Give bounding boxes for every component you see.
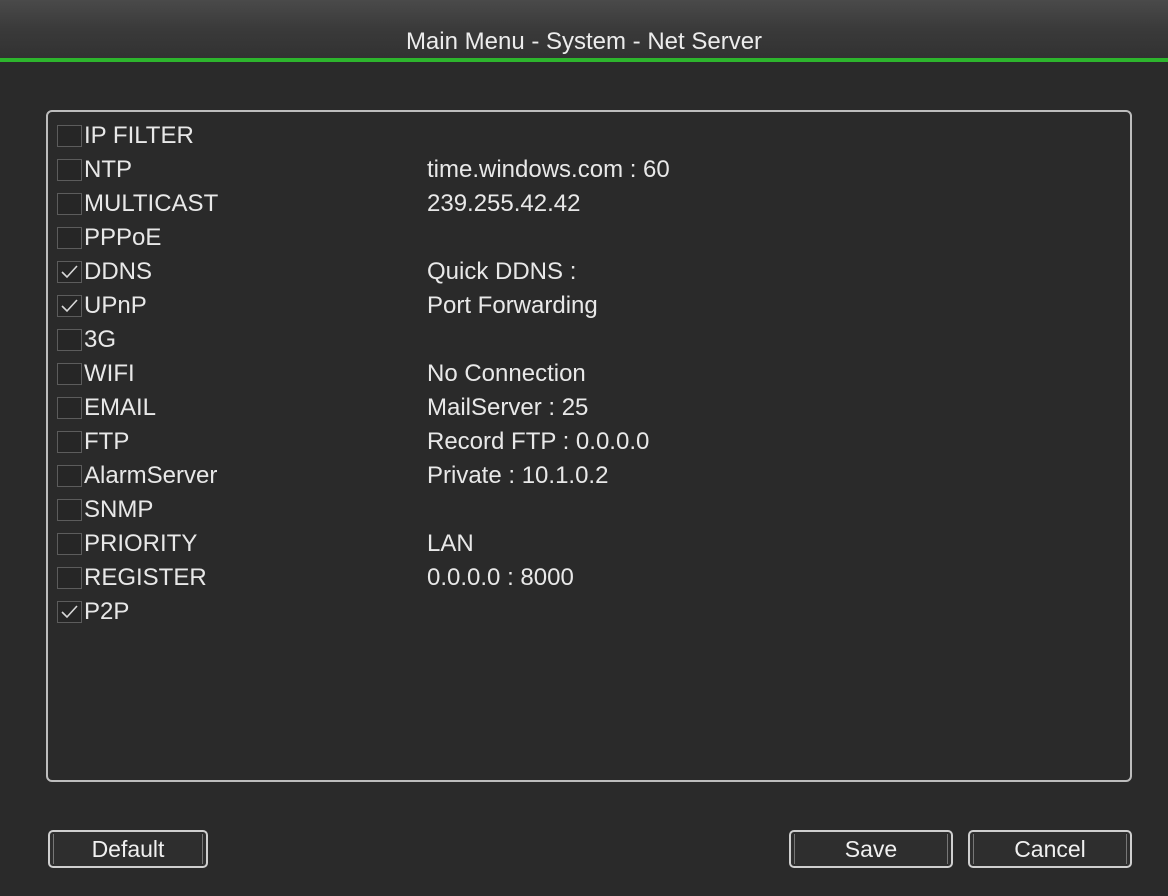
service-row-pppoe[interactable]: PPPoE (57, 221, 1120, 255)
upnp-checkbox[interactable] (57, 295, 82, 317)
service-name: AlarmServer (84, 462, 218, 489)
service-value: Private : 10.1.0.2 (427, 462, 609, 489)
service-value: Quick DDNS : (427, 258, 577, 285)
service-name: P2P (84, 598, 130, 625)
service-name: IP FILTER (84, 122, 194, 149)
service-value: Port Forwarding (427, 292, 598, 319)
service-name: PPPoE (84, 224, 162, 251)
cancel-button-label: Cancel (1014, 836, 1086, 862)
email-checkbox[interactable] (57, 397, 82, 419)
multicast-checkbox[interactable] (57, 193, 82, 215)
window-title: Main Menu - System - Net Server (405, 28, 763, 55)
service-value: 0.0.0.0 : 8000 (427, 564, 574, 591)
service-row-ftp[interactable]: FTP Record FTP : 0.0.0.0 (57, 425, 1120, 459)
service-row-alarmserver[interactable]: AlarmServer Private : 10.1.0.2 (57, 459, 1120, 493)
service-row-ip-filter[interactable]: IP FILTER (57, 119, 1120, 153)
service-value: 239.255.42.42 (427, 190, 581, 217)
alarmserver-checkbox[interactable] (57, 465, 82, 487)
service-row-upnp[interactable]: UPnP Port Forwarding (57, 289, 1120, 323)
p2p-checkbox[interactable] (57, 601, 82, 623)
service-name: WIFI (84, 360, 135, 387)
service-row-register[interactable]: REGISTER 0.0.0.0 : 8000 (57, 561, 1120, 595)
service-row-ddns[interactable]: DDNS Quick DDNS : (57, 255, 1120, 289)
service-name: MULTICAST (84, 190, 219, 217)
title-bar: Main Menu - System - Net Server (0, 0, 1168, 62)
service-row-multicast[interactable]: MULTICAST 239.255.42.42 (57, 187, 1120, 221)
register-checkbox[interactable] (57, 567, 82, 589)
service-name: PRIORITY (84, 530, 198, 557)
service-row-p2p[interactable]: P2P (57, 595, 1120, 629)
service-value: No Connection (427, 360, 586, 387)
3g-checkbox[interactable] (57, 329, 82, 351)
save-button-label: Save (844, 836, 898, 862)
priority-checkbox[interactable] (57, 533, 82, 555)
pppoe-checkbox[interactable] (57, 227, 82, 249)
service-name: REGISTER (84, 564, 207, 591)
service-value: Record FTP : 0.0.0.0 (427, 428, 650, 455)
ftp-checkbox[interactable] (57, 431, 82, 453)
ntp-checkbox[interactable] (57, 159, 82, 181)
service-value: LAN (427, 530, 474, 557)
service-row-wifi[interactable]: WIFI No Connection (57, 357, 1120, 391)
service-row-3g[interactable]: 3G (57, 323, 1120, 357)
service-name: UPnP (84, 292, 147, 319)
default-button-label: Default (91, 836, 165, 862)
service-name: NTP (84, 156, 132, 183)
service-row-email[interactable]: EMAIL MailServer : 25 (57, 391, 1120, 425)
service-name: 3G (84, 326, 117, 353)
checkmark-icon (61, 265, 78, 279)
snmp-checkbox[interactable] (57, 499, 82, 521)
service-value: MailServer : 25 (427, 394, 589, 421)
checkmark-icon (61, 299, 78, 313)
cancel-button[interactable]: Cancel (968, 830, 1132, 868)
service-name: FTP (84, 428, 130, 455)
ip-filter-checkbox[interactable] (57, 125, 82, 147)
service-name: DDNS (84, 258, 153, 285)
service-name: SNMP (84, 496, 154, 523)
service-row-ntp[interactable]: NTP time.windows.com : 60 (57, 153, 1120, 187)
service-row-priority[interactable]: PRIORITY LAN (57, 527, 1120, 561)
net-server-list: IP FILTER NTP time.windows.com : 60 MULT… (46, 110, 1132, 782)
save-button[interactable]: Save (789, 830, 953, 868)
wifi-checkbox[interactable] (57, 363, 82, 385)
checkmark-icon (61, 605, 78, 619)
ddns-checkbox[interactable] (57, 261, 82, 283)
default-button[interactable]: Default (48, 830, 208, 868)
service-value: time.windows.com : 60 (427, 156, 670, 183)
service-row-snmp[interactable]: SNMP (57, 493, 1120, 527)
service-name: EMAIL (84, 394, 157, 421)
